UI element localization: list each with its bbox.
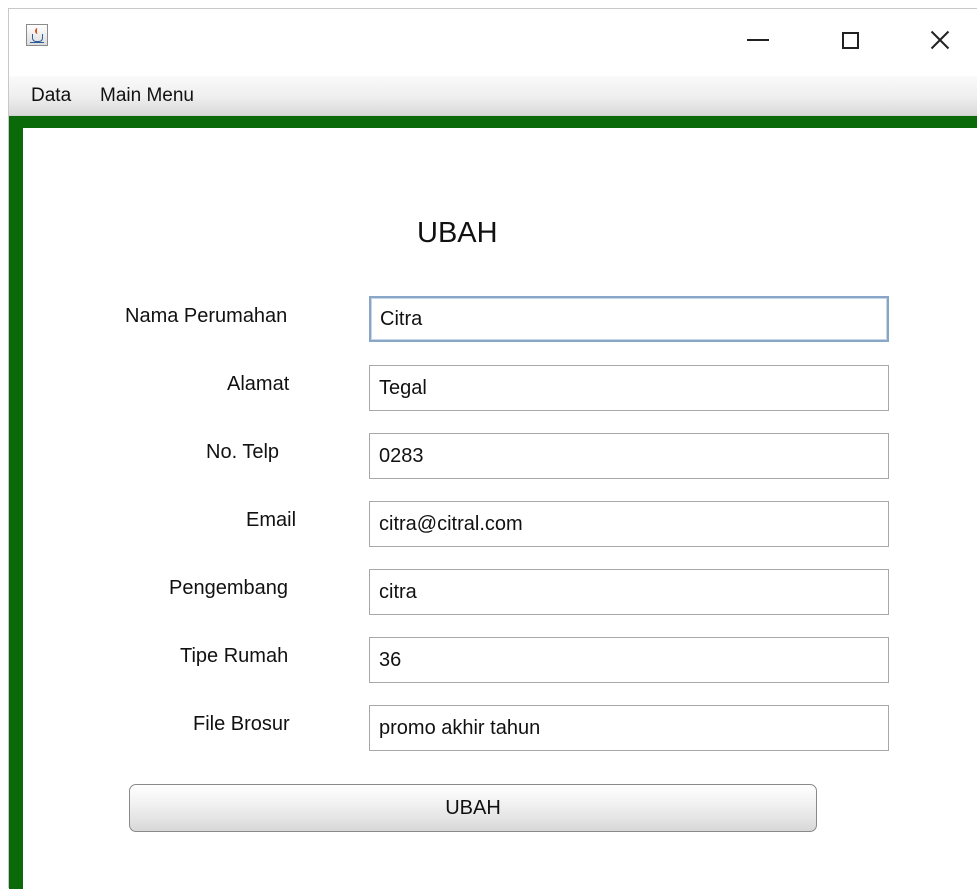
form-panel: UBAH Nama Perumahan Alamat No. Telp Emai… [23, 128, 977, 889]
close-button[interactable] [917, 9, 963, 71]
maximize-icon [841, 31, 859, 49]
label-alamat: Alamat [227, 373, 290, 395]
label-tipe-rumah: Tipe Rumah [180, 645, 289, 667]
java-cup-icon[interactable] [26, 24, 48, 46]
no-telp-input[interactable] [369, 433, 889, 479]
application-window: Data Main Menu UBAH Nama Perumahan Alama… [8, 8, 977, 889]
label-no-telp: No. Telp [206, 441, 280, 463]
form-frame: UBAH Nama Perumahan Alamat No. Telp Emai… [9, 116, 977, 889]
minimize-button[interactable] [735, 9, 781, 71]
maximize-button[interactable] [827, 9, 873, 71]
menu-data[interactable]: Data [31, 85, 71, 107]
label-pengembang: Pengembang [169, 577, 288, 599]
file-brosur-input[interactable] [369, 705, 889, 751]
menu-bar: Data Main Menu [9, 76, 977, 116]
ubah-button[interactable]: UBAH [129, 784, 817, 832]
label-file-brosur: File Brosur [193, 713, 290, 735]
tipe-rumah-input[interactable] [369, 637, 889, 683]
pengembang-input[interactable] [369, 569, 889, 615]
email-input[interactable] [369, 501, 889, 547]
alamat-input[interactable] [369, 365, 889, 411]
form-title: UBAH [417, 217, 498, 249]
minimize-icon [747, 39, 769, 41]
title-bar[interactable] [9, 9, 977, 76]
label-nama-perumahan: Nama Perumahan [125, 305, 288, 327]
close-icon [930, 30, 950, 50]
menu-main-menu[interactable]: Main Menu [100, 85, 194, 107]
label-email: Email [246, 509, 297, 531]
nama-perumahan-input[interactable] [369, 296, 889, 342]
